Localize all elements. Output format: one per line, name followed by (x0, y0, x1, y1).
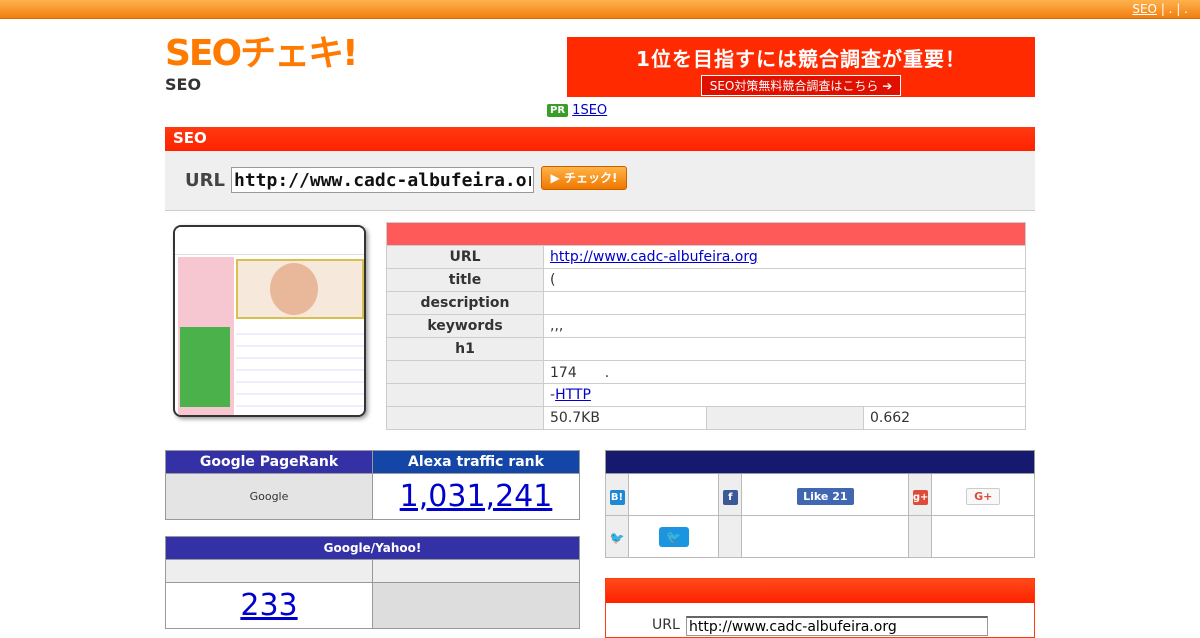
thumb-face (270, 263, 318, 315)
info-value (543, 291, 1026, 315)
pr-badge: PR (547, 104, 569, 117)
info-time-value: 0.662 (863, 406, 1026, 430)
empty-cell (741, 515, 910, 558)
thumb-header (175, 227, 364, 255)
top-bar: SEO | . | . (0, 0, 1200, 19)
table-row: keywords ,,, (386, 314, 1026, 338)
bottom-url-panel: URL (605, 578, 1035, 638)
page-info-table: URL http://www.cadc-albufeira.org title … (386, 222, 1026, 430)
info-size-value: 50.7KB (543, 406, 707, 430)
yahoo-index-value (372, 582, 580, 629)
ad-banner[interactable]: 1位を目指すには競合調査が重要！ SEO対策無料競合調査はこちら ➔ (567, 37, 1035, 97)
info-key: h1 (386, 337, 544, 361)
table-row: 174 . (386, 360, 1026, 384)
social-table: B! f Like 21 g+ G+ 🐦 🐦 (605, 450, 1035, 558)
google-pagerank-header: Google PageRank (165, 450, 373, 474)
twitter-icon: 🐦 (609, 531, 625, 545)
hatena-icon: B! (609, 489, 625, 505)
info-key (386, 406, 544, 430)
thumb-promo (180, 327, 230, 407)
info-url-link[interactable]: http://www.cadc-albufeira.org (550, 249, 758, 265)
info-key: description (386, 291, 544, 315)
google-pagerank-value: Google (165, 473, 373, 520)
info-key: URL (386, 245, 544, 269)
bottom-url-label: URL (652, 617, 680, 633)
empty-cell (931, 515, 1035, 558)
twitter-button[interactable]: 🐦 (658, 527, 689, 547)
table-row: 50.7KB 0.662 (386, 406, 1026, 430)
google-plus-icon: g+ (912, 489, 929, 505)
info-value: ,,, (543, 314, 1026, 338)
empty-icon-cell (718, 515, 743, 558)
seo-section-title: SEO (165, 127, 1035, 151)
table-row: h1 (386, 337, 1026, 361)
info-http-link[interactable]: HTTP (555, 387, 591, 403)
check-button[interactable]: ▶ チェック! (541, 166, 627, 190)
info-table-header (386, 222, 1026, 246)
table-row: URL http://www.cadc-albufeira.org (386, 245, 1026, 269)
banner-button[interactable]: SEO対策無料競合調査はこちら ➔ (700, 75, 902, 96)
table-row: -HTTP (386, 383, 1026, 407)
index-header: Google/Yahoo! (165, 536, 580, 560)
info-value (543, 337, 1026, 361)
info-key (706, 406, 864, 430)
pr-link[interactable]: 1SEO (572, 103, 607, 118)
url-label: URL (185, 170, 225, 191)
top-link-seo[interactable]: SEO (1132, 2, 1157, 16)
empty-icon-cell (908, 515, 933, 558)
google-index-link[interactable]: 233 (240, 588, 297, 623)
info-value: -HTTP (543, 383, 1026, 407)
info-key (386, 360, 544, 384)
google-plus-button[interactable]: G+ (966, 487, 1001, 505)
pr-line: PR 1SEO (547, 103, 607, 118)
index-sub-google (165, 559, 373, 583)
info-key: keywords (386, 314, 544, 338)
site-logo[interactable]: SEOチェキ! (165, 36, 359, 72)
url-check-form: URL ▶ チェック! (165, 151, 1035, 211)
table-row: title ( (386, 268, 1026, 292)
info-value: ( (543, 268, 1026, 292)
alexa-rank-link[interactable]: 1,031,241 (400, 479, 553, 514)
top-link-sep: | . | . (1160, 2, 1188, 16)
index-sub-yahoo (372, 559, 580, 583)
facebook-icon: f (722, 489, 738, 505)
info-key (386, 383, 544, 407)
hatena-count (627, 473, 720, 516)
info-key: title (386, 268, 544, 292)
rank-table: Google PageRank Alexa traffic rank Googl… (165, 450, 580, 520)
site-subtitle: SEO (165, 75, 202, 94)
index-table: Google/Yahoo! 233 (165, 536, 580, 629)
banner-title: 1位を目指すには競合調査が重要！ (636, 47, 966, 71)
thumb-content (236, 323, 364, 415)
alexa-rank-header: Alexa traffic rank (372, 450, 580, 474)
facebook-like-button[interactable]: Like 21 (797, 487, 854, 505)
bottom-url-input[interactable] (686, 616, 988, 636)
info-value: 174 . (543, 360, 1026, 384)
top-links: SEO | . | . (1132, 2, 1188, 16)
site-thumbnail (173, 225, 366, 417)
social-header (605, 450, 1035, 474)
bottom-panel-header (606, 579, 1034, 603)
url-input[interactable] (231, 167, 534, 193)
table-row: description (386, 291, 1026, 315)
